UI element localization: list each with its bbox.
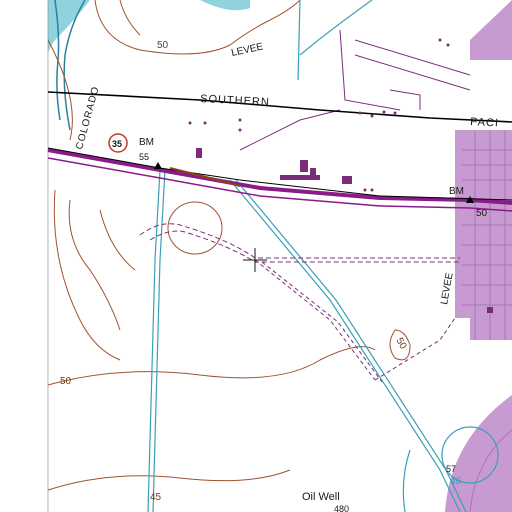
label-pacific: PACI [470, 116, 499, 129]
label-oil-well: Oil Well [302, 491, 340, 503]
label-contour-50-top: 50 [157, 40, 169, 51]
label-elev-57: 57 [446, 464, 456, 474]
label-contour-45: 45 [150, 492, 162, 503]
label-bm-right-value: 50 [476, 208, 488, 219]
label-bm-left-value: 55 [139, 152, 149, 162]
label-bm-left: BM [139, 137, 154, 148]
map-canvas: LEVEE SOUTHERN PACI COLORADO LEVEE BM 55… [0, 0, 512, 512]
label-bm-right: BM [449, 186, 464, 197]
topographic-map[interactable]: LEVEE SOUTHERN PACI COLORADO LEVEE BM 55… [0, 0, 512, 512]
label-oil-well-elev: 480 [334, 504, 349, 512]
label-contour-50-left: 50 [60, 376, 72, 387]
label-elev-46: 46 [450, 476, 462, 487]
label-route-35: 35 [112, 139, 122, 149]
